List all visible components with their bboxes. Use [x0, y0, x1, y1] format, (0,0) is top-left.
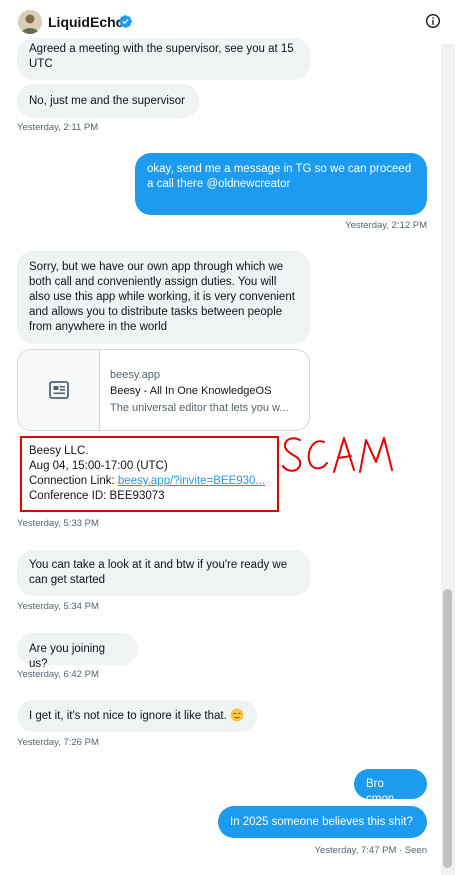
message-text: Sorry, but we have our own app through w… [29, 261, 295, 333]
message-timestamp: Yesterday, 2:11 PM [17, 122, 99, 133]
incoming-message[interactable]: You can take a look at it and btw if you… [17, 550, 310, 596]
verified-badge-icon [119, 15, 132, 28]
outgoing-message[interactable]: Bro cmon [354, 769, 427, 805]
message-timestamp: Yesterday, 5:34 PM [17, 601, 99, 612]
invite-company: Beesy LLC. [29, 445, 89, 457]
article-icon [48, 381, 69, 399]
message-text: Bro cmon [366, 778, 395, 805]
incoming-message[interactable]: Sorry, but we have our own app through w… [17, 251, 310, 344]
scrollbar-thumb[interactable] [443, 589, 452, 868]
incoming-message[interactable]: No, just me and the supervisor [17, 84, 199, 118]
message-text: You can take a look at it and btw if you… [29, 559, 288, 586]
message-timestamp: Yesterday, 5:33 PM [17, 518, 99, 529]
message-text: I get it, it's not nice to ignore it lik… [29, 710, 227, 722]
incoming-message[interactable]: Agreed a meeting with the supervisor, se… [17, 38, 310, 80]
message-text: Agreed a meeting with the supervisor, se… [29, 43, 294, 70]
invite-link[interactable]: beesy.app/?invite=BEE930... [118, 475, 265, 487]
avatar[interactable] [18, 10, 42, 34]
contact-name[interactable]: LiquidEcho [48, 14, 124, 30]
avatar-image-icon [18, 10, 42, 34]
link-preview-card[interactable]: beesy.app Beesy - All In One KnowledgeOS… [17, 349, 310, 431]
outgoing-message[interactable]: okay, send me a message in TG so we can … [135, 153, 427, 215]
invite-link-label: Connection Link: [29, 475, 118, 487]
message-timestamp: Yesterday, 7:47 PM · Seen [314, 845, 427, 856]
invite-date: Aug 04, 15:00-17:00 (UTC) [29, 460, 168, 472]
message-timestamp: Yesterday, 7:26 PM [17, 737, 99, 748]
link-preview-domain: beesy.app [110, 369, 160, 381]
outgoing-message[interactable]: In 2025 someone believes this shit? [218, 806, 427, 838]
message-timestamp: Yesterday, 6:42 PM [17, 669, 99, 680]
scam-annotation [282, 437, 393, 473]
message-text: In 2025 someone believes this shit? [230, 816, 413, 828]
link-preview-thumbnail [18, 350, 100, 430]
message-timestamp: Yesterday, 2:12 PM [345, 220, 427, 231]
invite-conference-id: Conference ID: BEE93073 [29, 490, 165, 502]
message-text: Are you joining us? [29, 643, 106, 670]
link-preview-title: Beesy - All In One KnowledgeOS [110, 385, 272, 397]
link-preview-description: The universal editor that lets you w... [110, 402, 289, 414]
incoming-message[interactable]: Are you joining us? [17, 633, 138, 670]
invite-connection-line: Connection Link: beesy.app/?invite=BEE93… [29, 475, 265, 487]
info-icon[interactable] [425, 13, 441, 29]
relieved-face-emoji-icon [230, 708, 244, 722]
incoming-message[interactable]: I get it, it's not nice to ignore it lik… [17, 700, 257, 732]
message-text: No, just me and the supervisor [29, 95, 185, 107]
message-text: okay, send me a message in TG so we can … [147, 163, 412, 190]
